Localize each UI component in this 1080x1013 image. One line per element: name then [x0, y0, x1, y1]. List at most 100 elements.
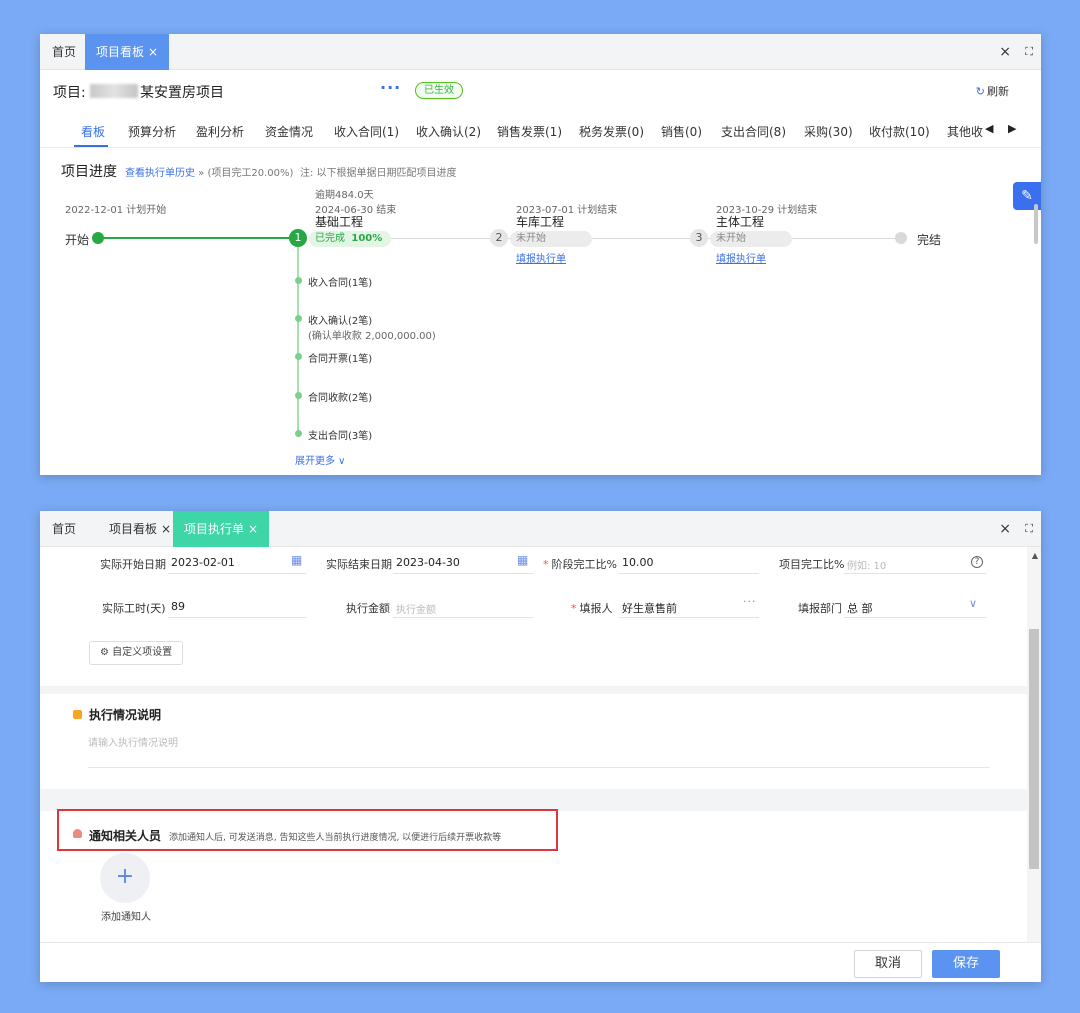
close-tab-icon[interactable]: ×	[248, 522, 258, 536]
item-expense-contract[interactable]: 支出合同(3笔)	[308, 427, 372, 442]
exec-description-input[interactable]: 请输入执行情况说明	[88, 734, 178, 749]
stage-1-overdue: 逾期484.0天	[315, 190, 374, 201]
field-underline	[844, 617, 986, 618]
subtab-budget[interactable]: 预算分析	[128, 123, 176, 140]
stage-3-number: 3	[690, 229, 708, 247]
tab-home[interactable]: 首页	[52, 511, 76, 547]
progress-title: 项目进度	[61, 164, 117, 180]
scroll-left-icon[interactable]: ◀	[985, 122, 993, 135]
stage-2-number: 2	[490, 229, 508, 247]
tab-project-board[interactable]: 项目看板 ×	[109, 511, 171, 547]
tab-home[interactable]: 首页	[52, 34, 76, 70]
notify-section-title: 通知相关人员	[89, 829, 162, 843]
subtab-income-contract[interactable]: 收入合同(1)	[334, 123, 399, 140]
stage-1-number: 1	[289, 229, 307, 247]
stage-2-fill-link[interactable]: 填报执行单	[516, 250, 566, 265]
scroll-right-icon[interactable]: ▶	[1008, 122, 1016, 135]
close-tab-icon[interactable]: ×	[161, 522, 171, 536]
tab-execution[interactable]: 项目执行单 ×	[173, 511, 269, 547]
tab-home-label: 首页	[52, 45, 77, 59]
item-dot	[295, 315, 302, 322]
field-underline	[393, 617, 533, 618]
item-income-contract[interactable]: 收入合同(1笔)	[308, 274, 372, 289]
progress-line-done	[98, 237, 298, 239]
stage-3-status: 未开始	[710, 231, 792, 247]
help-icon[interactable]: ?	[971, 556, 983, 568]
stage-2-status: 未开始	[510, 231, 592, 247]
history-link[interactable]: 查看执行单历史 » (项目完工20.00%)	[125, 164, 293, 179]
item-income-confirm[interactable]: 收入确认(2笔)	[308, 312, 372, 327]
subtab-sales[interactable]: 销售(0)	[661, 123, 702, 140]
notify-description: 添加通知人后, 可发送消息, 告知这些人当前执行进度情况, 以便进行后续开票收款…	[169, 833, 502, 843]
add-person-button[interactable]: +	[100, 853, 150, 903]
field-underline	[619, 617, 759, 618]
tab-project-board[interactable]: 项目看板 ×	[85, 34, 169, 70]
form-footer: 取消 保存	[40, 942, 1041, 982]
actual-end-value[interactable]: 2023-04-30	[396, 556, 460, 569]
subtab-payments[interactable]: 收付款(10)	[869, 123, 930, 140]
actual-days-label: 实际工时(天)	[102, 602, 166, 615]
item-contract-collection[interactable]: 合同收款(2笔)	[308, 389, 372, 404]
subtab-sales-invoice[interactable]: 销售发票(1)	[497, 123, 562, 140]
maximize-icon[interactable]: ⛶	[1025, 511, 1033, 547]
field-underline	[88, 767, 990, 768]
tab-home-label: 首页	[52, 522, 77, 536]
stage-3-fill-link[interactable]: 填报执行单	[716, 250, 766, 265]
more-options-icon[interactable]: ···	[380, 78, 401, 97]
stage-pct-value[interactable]: 10.00	[622, 556, 654, 569]
scrollbar-thumb[interactable]	[1029, 629, 1039, 869]
scrollbar-thumb[interactable]	[1034, 204, 1038, 244]
dept-value[interactable]: 总 部	[847, 600, 873, 616]
item-dot	[295, 430, 302, 437]
field-underline	[168, 573, 306, 574]
start-date: 2022-12-01 计划开始	[65, 205, 167, 216]
required-mark: *	[543, 558, 549, 571]
custom-fields-button[interactable]: ⚙ 自定义项设置	[89, 641, 184, 665]
refresh-button[interactable]: ↻ 刷新	[976, 83, 1009, 99]
reporter-value[interactable]: 好生意售前	[622, 600, 677, 616]
subtab-tax-invoice[interactable]: 税务发票(0)	[579, 123, 644, 140]
subtab-board[interactable]: 看板	[81, 123, 105, 140]
status-badge: 已生效	[415, 82, 463, 99]
chevron-down-icon[interactable]: ∨	[969, 597, 977, 610]
stage-1-status: 已完成 100%	[309, 231, 391, 247]
stage-2-name: 车库工程	[516, 215, 565, 229]
tab-project-board-label: 项目看板	[109, 522, 158, 536]
subtab-income-confirm[interactable]: 收入确认(2)	[416, 123, 481, 140]
subtab-funds[interactable]: 资金情况	[265, 123, 313, 140]
calendar-icon[interactable]: ▦	[517, 553, 528, 567]
reporter-more-icon[interactable]: ···	[743, 595, 757, 608]
item-contract-invoice[interactable]: 合同开票(1笔)	[308, 350, 372, 365]
tab-project-board-label: 项目看板	[95, 45, 144, 59]
cancel-button[interactable]: 取消	[854, 950, 922, 978]
required-mark: *	[571, 602, 577, 615]
field-underline	[619, 573, 759, 574]
add-person-label: 添加通知人	[101, 912, 151, 923]
save-button[interactable]: 保存	[932, 950, 1000, 978]
actual-end-label: 实际结束日期	[326, 558, 392, 571]
maximize-icon[interactable]: ⛶	[1025, 34, 1033, 70]
refresh-icon: ↻	[975, 85, 985, 98]
subtab-other[interactable]: 其他收	[947, 123, 983, 140]
actual-start-value[interactable]: 2023-02-01	[171, 556, 235, 569]
stage-1-name: 基础工程	[315, 215, 364, 229]
stage-1-percent: 100%	[351, 233, 383, 244]
subtab-profit[interactable]: 盈利分析	[196, 123, 244, 140]
field-underline	[844, 573, 986, 574]
subtab-expense-contract[interactable]: 支出合同(8)	[721, 123, 786, 140]
expand-more-link[interactable]: 展开更多 ∨	[295, 452, 346, 467]
exec-amount-input[interactable]: 执行金额	[396, 601, 436, 616]
actual-days-value[interactable]: 89	[171, 600, 185, 613]
subtab-purchase[interactable]: 采购(30)	[804, 123, 853, 140]
close-tab-icon[interactable]: ×	[148, 45, 158, 59]
calendar-icon[interactable]: ▦	[291, 553, 302, 567]
redacted-mask	[90, 84, 138, 98]
scroll-up-icon[interactable]: ▲	[1032, 551, 1038, 560]
items-vertical-line	[297, 247, 299, 437]
close-window-icon[interactable]: ×	[999, 511, 1011, 547]
tab-bar: 首页 项目看板 × 项目执行单 × × ⛶	[40, 511, 1041, 547]
tab-execution-label: 项目执行单	[183, 522, 244, 536]
close-window-icon[interactable]: ×	[999, 34, 1011, 70]
project-pct-input[interactable]: 例如: 10	[847, 557, 886, 572]
project-name: 某安置房项目	[140, 85, 224, 101]
